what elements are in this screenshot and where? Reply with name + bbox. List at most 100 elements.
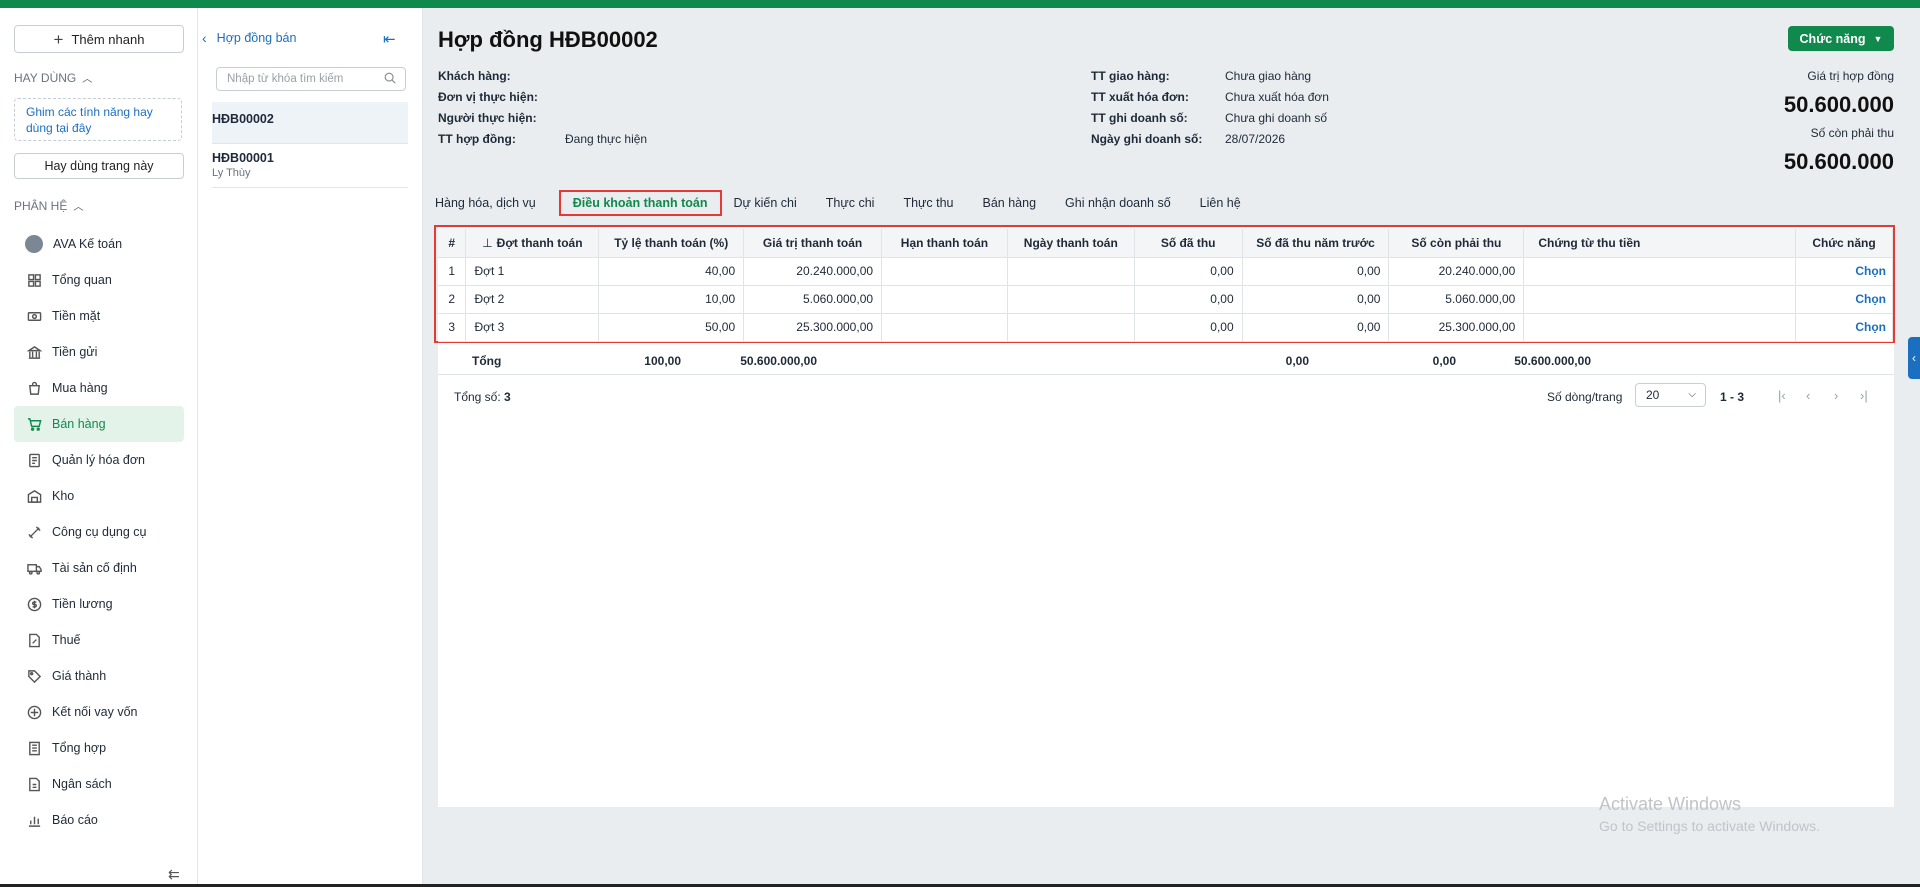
unit-label: Đơn vị thực hiện: [438,90,538,104]
nav-item-salary[interactable]: Tiền lương [14,586,184,622]
col-rate[interactable]: Tỷ lệ thanh toán (%) [598,229,745,258]
totals-collected: 0,00 [1285,354,1309,368]
collapse-list-icon[interactable]: ⇤ [383,30,396,48]
col-installment[interactable]: ⊥ Đợt thanh toán [465,229,600,258]
prev-page-icon[interactable]: ‹ [1806,388,1810,403]
select-link[interactable]: Chọn [1795,257,1893,286]
nav-item-budget[interactable]: Ngân sách [14,766,184,802]
collected-prev-cell: 0,00 [1242,313,1390,342]
amount-cell[interactable]: 5.060.000,00 [743,285,883,314]
collapse-sidebar-icon[interactable]: ⇇ [168,866,180,883]
nav-item-label: Giá thành [52,669,107,683]
list-item[interactable]: HĐB00001 Ly Thùy [212,146,408,188]
function-menu-button[interactable]: Chức năng ▼ [1788,26,1894,51]
table-row[interactable]: 2 Đợt 2 10,00 5.060.000,00 0,00 0,00 5.0… [438,285,1893,314]
remaining-cell: 5.060.000,00 [1388,285,1525,314]
payment-date-cell[interactable] [1007,285,1135,314]
nav-item-cash[interactable]: Tiền mặt [14,298,184,334]
first-page-icon[interactable]: |‹ [1778,388,1786,403]
col-due-date[interactable]: Hạn thanh toán [881,229,1008,258]
col-collected[interactable]: Số đã thu [1134,229,1243,258]
nav-item-fixed-assets[interactable]: Tài sản cố định [14,550,184,586]
tab-revenue-recognition[interactable]: Ghi nhận doanh số [1065,190,1171,216]
totals-amount: 50.600.000,00 [740,354,817,368]
select-link[interactable]: Chọn [1795,313,1893,342]
back-to-sales-contracts[interactable]: ‹ Hợp đồng bán [202,30,296,46]
nav-item-tax[interactable]: Thuế [14,622,184,658]
installment-cell[interactable]: Đợt 2 [465,285,600,314]
nav-item-report[interactable]: Báo cáo [14,802,184,838]
amount-cell[interactable]: 25.300.000,00 [743,313,883,342]
due-date-cell[interactable] [881,313,1008,342]
nav-item-loan[interactable]: Kết nối vay vốn [14,694,184,730]
favorites-section-title[interactable]: HAY DÙNG ︿ [14,70,92,86]
left-navigation: + Thêm nhanh HAY DÙNG ︿ Ghim các tính nă… [0,8,198,887]
next-page-icon[interactable]: › [1834,388,1838,403]
col-remaining[interactable]: Số còn phải thu [1388,229,1525,258]
tab-planned-expense[interactable]: Dự kiến chi [734,190,797,216]
nav-item-label: Tổng quan [52,273,112,287]
tab-actual-expense[interactable]: Thực chi [826,190,875,216]
page-size-select[interactable]: 20 ⌵ [1635,383,1706,407]
amount-cell[interactable]: 20.240.000,00 [743,257,883,286]
activation-watermark-subtitle: Go to Settings to activate Windows. [1599,818,1820,834]
table-row[interactable]: 1 Đợt 1 40,00 20.240.000,00 0,00 0,00 20… [438,257,1893,286]
nav-item-label: Tiền lương [52,597,113,611]
nav-item-bank[interactable]: Tiền gửi [14,334,184,370]
quick-add-label: Thêm nhanh [71,31,145,47]
tab-sales[interactable]: Bán hàng [983,190,1037,216]
nav-item-overview[interactable]: Tổng quan [14,262,184,298]
favorite-page-button[interactable]: Hay dùng trang này [14,153,184,179]
side-panel-toggle[interactable]: ‹ [1908,337,1920,379]
table-row[interactable]: 3 Đợt 3 50,00 25.300.000,00 0,00 0,00 25… [438,313,1893,342]
contract-tabs: Hàng hóa, dịch vụ Điều khoản thanh toán … [435,190,1270,216]
installment-cell[interactable]: Đợt 1 [465,257,600,286]
nav-item-cost[interactable]: Giá thành [14,658,184,694]
due-date-cell[interactable] [881,285,1008,314]
nav-item-label: Tiền gửi [52,345,98,359]
bag-icon [26,380,42,396]
nav-item-tools[interactable]: Công cụ dụng cụ [14,514,184,550]
revenue-status-value: Chưa ghi doanh số [1225,111,1328,125]
select-link[interactable]: Chọn [1795,285,1893,314]
nav-item-label: Tổng hợp [52,741,107,755]
contract-owner: Ly Thùy [212,167,251,179]
modules-section-title[interactable]: PHÂN HỆ ︿ [14,198,83,214]
tab-contact[interactable]: Liên hệ [1200,190,1241,216]
nav-item-sales[interactable]: Bán hàng [14,406,184,442]
tab-goods-services[interactable]: Hàng hóa, dịch vụ [435,190,536,216]
quick-add-button[interactable]: + Thêm nhanh [14,25,184,53]
totals-label: Tổng [472,354,502,368]
col-collected-prev-year[interactable]: Số đã thu năm trước [1242,229,1390,258]
nav-item-summary[interactable]: Tổng hợp [14,730,184,766]
col-payment-date[interactable]: Ngày thanh toán [1007,229,1135,258]
invoice-status-label: TT xuất hóa đơn: [1091,90,1189,104]
receipt-voucher-cell [1523,285,1796,314]
collected-cell: 0,00 [1134,285,1243,314]
nav-item-ava[interactable]: AVA Kế toán [14,226,184,262]
nav-item-warehouse[interactable]: Kho [14,478,184,514]
col-amount[interactable]: Giá trị thanh toán [743,229,883,258]
nav-item-label: Kho [52,489,75,503]
pin-icon: ⊥ [482,235,493,250]
nav-item-label: Quản lý hóa đơn [52,453,145,467]
page-size-label: Số dòng/trang [1547,390,1623,404]
due-date-cell[interactable] [881,257,1008,286]
dashboard-icon [26,272,42,288]
nav-item-purchase[interactable]: Mua hàng [14,370,184,406]
nav-item-label: Báo cáo [52,813,98,827]
tab-payment-terms[interactable]: Điều khoản thanh toán [558,190,722,216]
rate-cell[interactable]: 40,00 [598,257,745,286]
rate-cell[interactable]: 10,00 [598,285,745,314]
payment-date-cell[interactable] [1007,257,1135,286]
rate-cell[interactable]: 50,00 [598,313,745,342]
col-receipt-voucher[interactable]: Chứng từ thu tiền [1523,229,1796,258]
tab-actual-income[interactable]: Thực thu [903,190,953,216]
customer-label: Khách hàng: [438,69,511,83]
list-item[interactable]: HĐB00002 [212,102,408,144]
nav-item-invoice[interactable]: Quản lý hóa đơn [14,442,184,478]
payment-date-cell[interactable] [1007,313,1135,342]
list-search-input[interactable]: Nhập từ khóa tìm kiếm [216,67,406,91]
last-page-icon[interactable]: ›| [1860,388,1868,403]
installment-cell[interactable]: Đợt 3 [465,313,600,342]
